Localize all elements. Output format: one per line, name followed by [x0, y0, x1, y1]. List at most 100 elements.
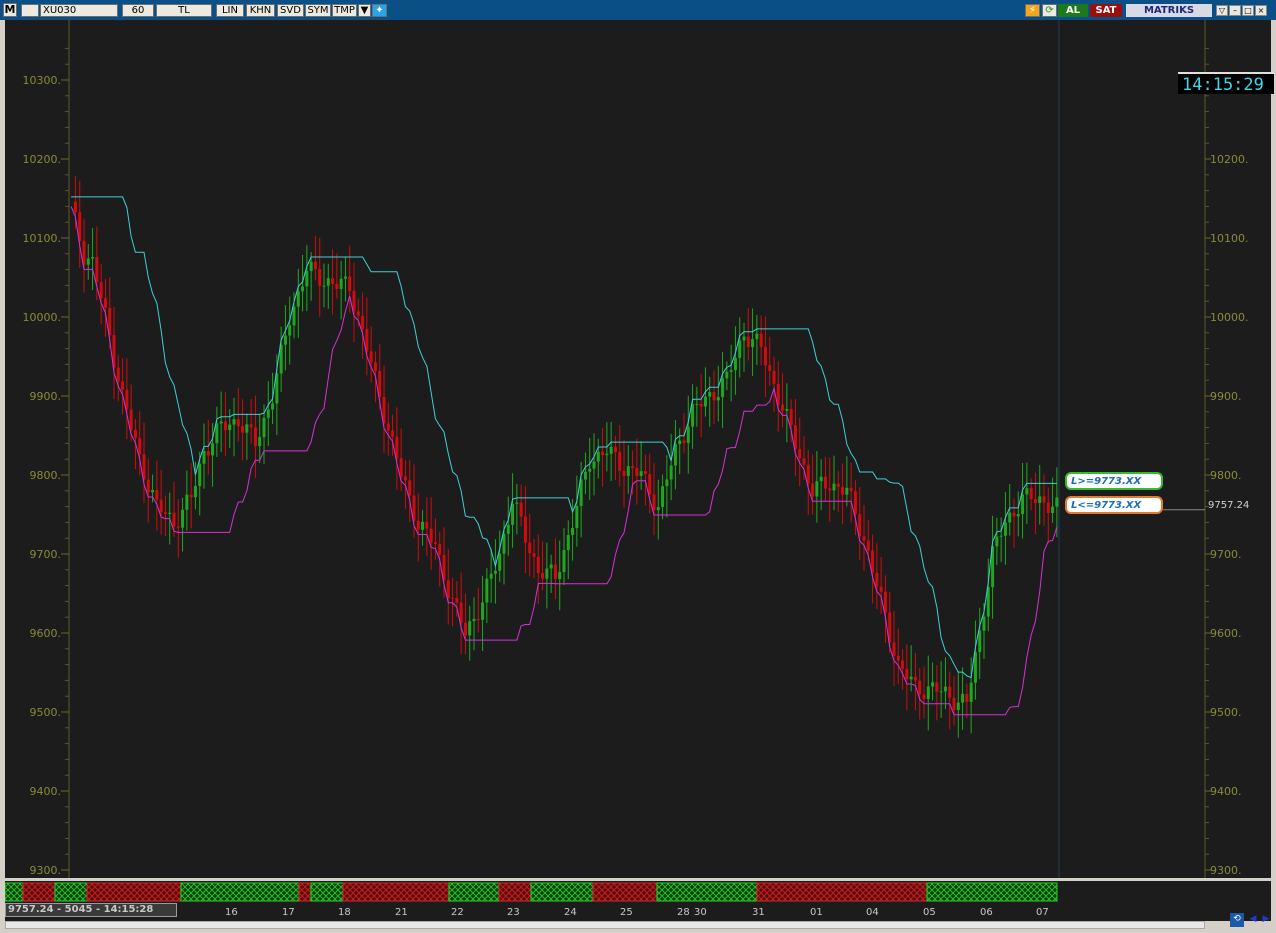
session-down-block [22, 882, 56, 902]
horizontal-scrollbar[interactable] [5, 921, 1205, 929]
close-icon[interactable]: × [1255, 5, 1267, 16]
candle-body [425, 521, 429, 529]
lower-band-line [70, 206, 1058, 716]
candle-body [943, 686, 947, 692]
date-label: 31 [752, 907, 765, 918]
candle-body [553, 564, 557, 580]
candle-body [163, 512, 167, 514]
candle-body [176, 526, 180, 528]
date-label: 16 [225, 907, 238, 918]
candle-body [549, 564, 553, 569]
sell-button[interactable]: SAT [1090, 4, 1122, 17]
y-tick-label-right: 10000. [1210, 311, 1249, 324]
candle-body [301, 286, 305, 292]
candle-body [712, 392, 716, 401]
sync-icon[interactable]: ⟲ [1230, 913, 1244, 927]
candle-body [1029, 488, 1033, 500]
sym-button[interactable]: SYM [305, 4, 331, 17]
twitter-icon[interactable]: ✦ [372, 4, 387, 17]
candle-body [961, 693, 965, 703]
candle-body [416, 520, 420, 530]
session-up-block [180, 882, 300, 902]
chart-toolbar: M XU030 60 TL LIN KHN SVD SYM TMP ▼ ✦ ⚡ … [0, 0, 1276, 20]
candle-body [262, 417, 266, 438]
candle-body [185, 494, 189, 510]
lightning-icon[interactable]: ⚡ [1025, 4, 1040, 17]
session-down-block [756, 882, 928, 902]
symbol-flag-icon [21, 4, 39, 17]
candle-body [656, 507, 660, 511]
svd-button[interactable]: SVD [277, 4, 304, 17]
candle-body [181, 509, 185, 528]
candle-body [772, 370, 776, 384]
candle-body [781, 404, 785, 411]
scroll-left-icon[interactable]: ◀ [1246, 913, 1260, 927]
chart-canvas[interactable]: 9300. 9300. 9400. 9400. 9500. 9500. 9600. 9600.… [5, 20, 1271, 878]
candle-body [922, 694, 926, 699]
candle-body [463, 622, 467, 636]
candle-body [352, 290, 356, 312]
candle-body [995, 536, 999, 547]
alert-below-badge[interactable]: L<=9773.XX [1065, 496, 1163, 514]
candle-body [1008, 512, 1012, 523]
candle-body [776, 383, 780, 405]
candle-body [198, 463, 202, 487]
date-label: 23 [507, 907, 520, 918]
candle-body [343, 276, 347, 279]
currency-field[interactable]: TL [156, 4, 212, 17]
candle-body [686, 426, 690, 443]
candle-body [575, 505, 579, 529]
scroll-right-icon[interactable]: ▶ [1259, 913, 1273, 927]
date-label: 25 [620, 907, 633, 918]
session-up-block [448, 882, 500, 902]
tmp-button[interactable]: TMP [332, 4, 357, 17]
candle-body [806, 464, 810, 484]
candle-body [841, 486, 845, 495]
candle-body [433, 542, 437, 545]
candle-body [588, 468, 592, 472]
candle-body [99, 282, 103, 299]
candle-body [399, 458, 403, 477]
candle-body [138, 438, 142, 455]
candle-body [155, 490, 159, 500]
candle-body [215, 423, 219, 444]
candle-body [223, 421, 227, 431]
menu-button[interactable]: M [3, 3, 17, 17]
date-label: 21 [395, 907, 408, 918]
candle-body [438, 544, 442, 555]
candle-body [519, 502, 523, 517]
maximize-icon[interactable]: □ [1242, 5, 1254, 16]
alert-above-badge[interactable]: L>=9773.XX [1065, 472, 1163, 490]
lin-button[interactable]: LIN [216, 4, 244, 17]
candle-body [408, 480, 412, 496]
session-up-block [4, 882, 24, 902]
candle-body [763, 346, 767, 366]
candle-body [322, 285, 326, 287]
candle-body [939, 691, 943, 693]
candle-body [931, 682, 935, 687]
khn-button[interactable]: KHN [246, 4, 275, 17]
candle-body [725, 371, 729, 379]
y-tick-label-right: 9300. [1210, 864, 1242, 877]
collapse-icon[interactable]: ▽ [1216, 5, 1228, 16]
candle-body [1042, 496, 1046, 503]
candle-body [421, 521, 425, 530]
candle-body [506, 524, 510, 534]
date-label: 24 [564, 907, 577, 918]
session-up-block [926, 882, 1058, 902]
price-chart[interactable]: 9300. 9300. 9400. 9400. 9500. 9500. 9600. 9600.… [5, 20, 1271, 878]
period-field[interactable]: 60 [122, 4, 154, 17]
buy-button[interactable]: AL [1058, 4, 1088, 17]
symbol-field[interactable]: XU030 [40, 4, 118, 17]
dropdown-icon[interactable]: ▼ [358, 4, 371, 17]
candle-body [103, 298, 107, 309]
candle-body [271, 403, 275, 410]
minimize-icon[interactable]: – [1229, 5, 1241, 16]
candle-body [446, 580, 450, 598]
candle-body [978, 630, 982, 653]
date-label: 05 [923, 907, 936, 918]
candle-body [253, 427, 257, 447]
y-tick-label-left: 9300. [30, 864, 62, 877]
refresh-icon[interactable]: ⟳ [1042, 4, 1057, 17]
session-up-block [656, 882, 758, 902]
